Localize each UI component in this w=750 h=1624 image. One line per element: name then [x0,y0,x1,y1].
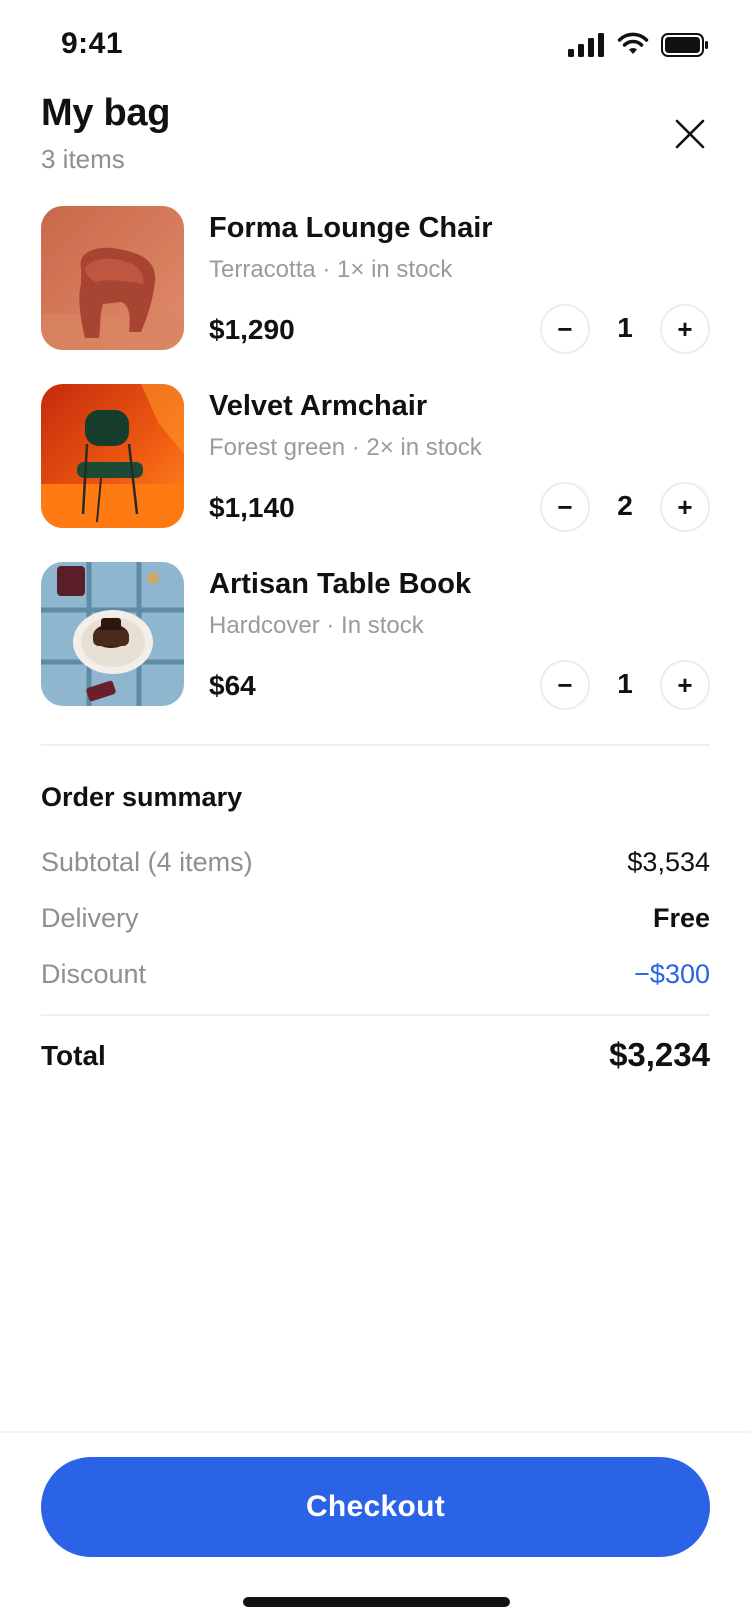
wifi-icon [617,32,649,54]
discount-row: Discount −$300 [41,959,710,995]
battery-icon [661,33,708,57]
subtotal-value: $3,534 [627,847,710,877]
checkout-button[interactable]: Checkout [41,1457,710,1557]
product-meta: Terracotta · 1× in stock [209,256,453,283]
close-button[interactable] [670,114,710,154]
cart-item[interactable]: Forma Lounge Chair Terracotta · 1× in st… [41,206,710,354]
product-image[interactable] [41,384,184,528]
product-title[interactable]: Forma Lounge Chair [209,212,493,245]
increase-button[interactable]: + [660,304,710,354]
product-meta: Forest green · 2× in stock [209,434,482,461]
decrease-button[interactable]: − [540,304,590,354]
cart-item[interactable]: Artisan Table Book Hardcover · In stock … [41,562,710,710]
product-title[interactable]: Velvet Armchair [209,390,427,423]
quantity-stepper: − 1 + [540,660,710,710]
quantity-value: 2 [617,490,633,521]
footer-divider [0,1431,750,1433]
product-title[interactable]: Artisan Table Book [209,568,471,601]
close-icon [675,119,705,149]
total-divider [41,1014,710,1016]
item-count: 3 items [41,144,125,174]
cart-item[interactable]: Velvet Armchair Forest green · 2× in sto… [41,384,710,532]
home-indicator [243,1597,510,1607]
quantity-stepper: − 1 + [540,304,710,354]
quantity-value: 1 [617,668,633,699]
quantity-value: 1 [617,312,633,343]
page-title: My bag [41,92,171,134]
decrease-button[interactable]: − [540,660,590,710]
increase-button[interactable]: + [660,482,710,532]
discount-value: −$300 [634,959,710,989]
product-price: $1,140 [209,492,295,523]
status-bar: 9:41 [0,0,750,92]
cart-list: Forma Lounge Chair Terracotta · 1× in st… [41,206,710,740]
subtotal-label: Subtotal (4 items) [41,847,253,877]
increase-button[interactable]: + [660,660,710,710]
quantity-stepper: − 2 + [540,482,710,532]
summary-title: Order summary [41,782,243,812]
discount-label: Discount [41,959,147,989]
delivery-label: Delivery [41,903,139,933]
decrease-button[interactable]: − [540,482,590,532]
product-meta: Hardcover · In stock [209,612,424,639]
delivery-value: Free [652,903,710,933]
section-divider [41,744,710,746]
total-value: $3,234 [609,1036,710,1073]
subtotal-row: Subtotal (4 items) $3,534 [41,847,710,883]
total-label: Total [41,1040,106,1071]
delivery-row: Delivery Free [41,903,710,939]
product-price: $1,290 [209,314,295,345]
product-image[interactable] [41,206,184,350]
product-price: $64 [209,670,256,701]
signal-icon [568,33,604,57]
product-image[interactable] [41,562,184,706]
status-time: 9:41 [61,27,124,60]
